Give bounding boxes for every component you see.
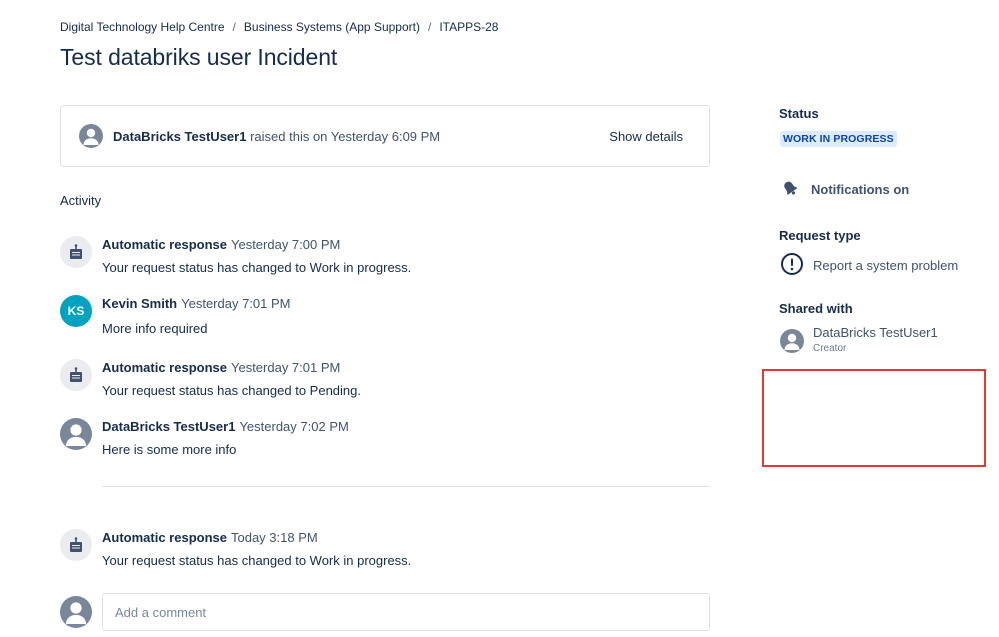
robot-icon (60, 236, 92, 268)
request-summary-box: DataBricks TestUser1 raised this on Yest… (60, 105, 710, 167)
activity-divider (102, 486, 710, 487)
robot-icon (60, 359, 92, 391)
reporter-name[interactable]: DataBricks TestUser1 (113, 129, 246, 144)
avatar: KS (60, 295, 92, 327)
shared-with-user: DataBricks TestUser1 Creator (780, 325, 938, 354)
breadcrumb: Digital Technology Help Centre / Busines… (60, 20, 498, 34)
activity-item: Automatic response Yesterday 7:01 PM Your… (60, 359, 361, 399)
breadcrumb-help-centre[interactable]: Digital Technology Help Centre (60, 20, 225, 34)
comment-input[interactable] (102, 593, 710, 631)
comment-row (60, 593, 710, 631)
activity-author: Kevin Smith (102, 296, 178, 311)
user-avatar-icon (780, 329, 804, 353)
user-avatar-icon (60, 596, 92, 628)
activity-author: DataBricks TestUser1 (102, 419, 236, 434)
activity-item: DataBricks TestUser1 Yesterday 7:02 PM He… (60, 418, 349, 458)
activity-time: Yesterday 7:01 PM (230, 360, 341, 375)
activity-message: Your request status has changed to Pendi… (102, 383, 361, 398)
request-type-label: Request type (779, 228, 861, 243)
alert-circle-icon (780, 252, 804, 279)
breadcrumb-service-desk[interactable]: Business Systems (App Support) (244, 20, 420, 34)
activity-heading: Activity (60, 193, 102, 208)
request-type-value: Report a system problem (813, 258, 959, 273)
activity-time: Yesterday 7:01 PM (181, 296, 291, 311)
activity-time: Yesterday 7:02 PM (239, 419, 349, 434)
user-avatar-icon (79, 124, 103, 148)
activity-message: Here is some more info (102, 442, 237, 457)
request-type: Report a system problem (780, 252, 958, 279)
activity-message: Your request status has changed to Work … (102, 553, 412, 568)
status-label: Status (779, 106, 819, 121)
activity-message: More info required (102, 321, 208, 336)
robot-icon (60, 529, 92, 561)
show-details-button[interactable]: Show details (597, 123, 695, 150)
raised-on-text: raised this on Yesterday 6:09 PM (250, 128, 441, 144)
activity-item: KS Kevin Smith Yesterday 7:01 PM More inf… (60, 295, 291, 337)
shared-with-label: Shared with (779, 301, 853, 316)
highlight-annotation-box (762, 369, 986, 467)
user-icon (60, 418, 92, 450)
activity-message: Your request status has changed to Work … (102, 260, 412, 275)
breadcrumb-separator: / (427, 20, 432, 34)
breadcrumb-separator: / (232, 20, 236, 34)
notifications-label: Notifications on (811, 182, 910, 197)
activity-author: Automatic response (102, 530, 227, 545)
bell-icon (781, 179, 799, 200)
activity-item: Automatic response Yesterday 7:00 PM Your… (60, 236, 411, 276)
page-title: Test databriks user Incident (60, 44, 338, 70)
raised-by-text: DataBricks TestUser1 raised this on Yest… (113, 129, 597, 144)
activity-author: Automatic response (102, 237, 227, 252)
status-badge: WORK IN PROGRESS (780, 131, 897, 147)
activity-time: Today 3:18 PM (230, 530, 318, 545)
activity-time: Yesterday 7:00 PM (230, 237, 341, 252)
shared-user-role: Creator (813, 343, 847, 354)
notifications-toggle[interactable]: Notifications on (781, 179, 909, 200)
activity-item: Automatic response Today 3:18 PM Your req… (60, 529, 411, 569)
breadcrumb-issue-key[interactable]: ITAPPS-28 (439, 20, 498, 34)
activity-author: Automatic response (102, 360, 227, 375)
shared-user-name: DataBricks TestUser1 (813, 325, 938, 340)
